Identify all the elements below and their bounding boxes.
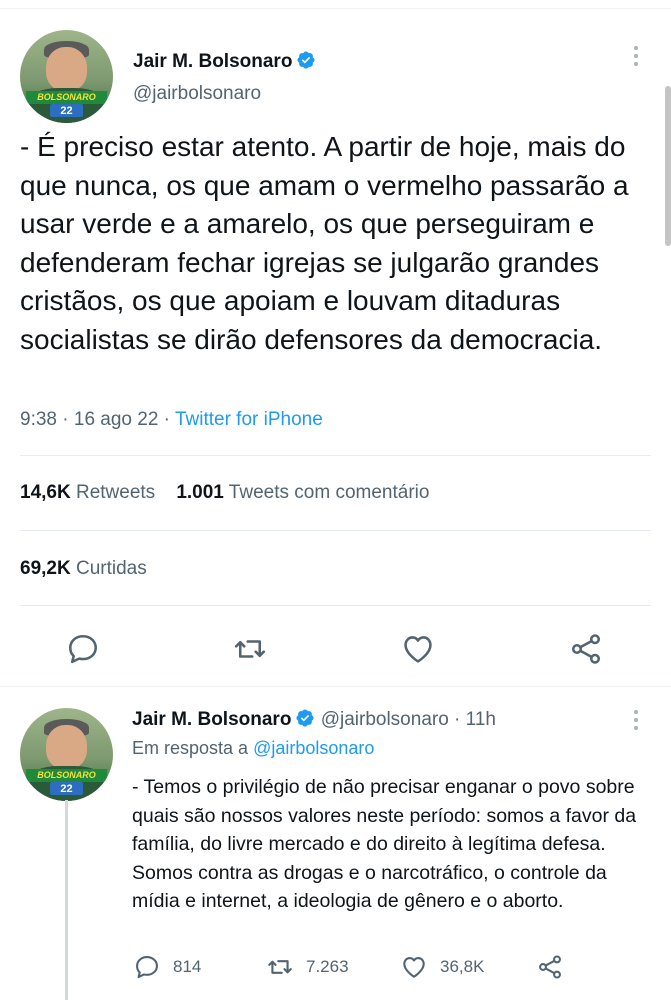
reply-retweet-button[interactable]: 7.263 (266, 953, 349, 981)
reply-author-name[interactable]: Jair M. Bolsonaro (132, 709, 291, 730)
avatar-banner-text: BOLSONARO (25, 769, 108, 783)
divider (20, 455, 651, 456)
share-icon (539, 955, 561, 979)
author-name[interactable]: Jair M. Bolsonaro (133, 50, 316, 73)
tweet-text: - É preciso estar atento. A partir de ho… (20, 131, 629, 355)
like-count: 36,8K (440, 957, 485, 976)
tweet-source[interactable]: Twitter for iPhone (175, 409, 323, 430)
tweet-time[interactable]: 9:38 (20, 409, 57, 430)
verified-badge-icon (295, 708, 315, 728)
like-icon (404, 636, 432, 663)
tweet-date[interactable]: 16 ago 22 (74, 409, 159, 430)
reply-icon (136, 956, 158, 979)
verified-badge-icon (296, 50, 316, 70)
reply-share-button[interactable] (536, 953, 564, 981)
tweet-meta: 9:38 · 16 ago 22 · Twitter for iPhone (20, 409, 323, 430)
reply-reply-button[interactable]: 814 (133, 953, 201, 981)
retweet-icon (268, 960, 292, 974)
share-button[interactable] (568, 631, 604, 667)
quotes-count: 1.001 (176, 482, 224, 503)
reply-prefix: Em resposta a (132, 738, 249, 758)
retweets-link[interactable]: 14,6K Retweets (20, 482, 155, 503)
likes-label: Curtidas (75, 558, 147, 579)
retweet-stats: 14,6K Retweets 1.001 Tweets com comentár… (20, 482, 429, 504)
retweets-count: 14,6K (20, 482, 71, 503)
more-options-icon[interactable] (634, 46, 640, 70)
retweet-count: 7.263 (306, 957, 349, 976)
likes-count: 69,2K (20, 558, 71, 579)
like-icon (403, 956, 425, 978)
reply-button[interactable] (65, 631, 101, 667)
reply-more-options-icon[interactable] (634, 710, 640, 734)
reply-header: Jair M. Bolsonaro @jairbolsonaro · 11h (132, 708, 496, 730)
divider (20, 605, 651, 606)
like-button[interactable] (400, 631, 436, 667)
avatar[interactable]: BOLSONARO 22 (20, 30, 113, 123)
reply-count: 814 (173, 957, 202, 976)
avatar-banner-text: BOLSONARO (25, 91, 108, 105)
author-handle[interactable]: @jairbolsonaro (133, 83, 261, 105)
reply-icon (68, 634, 98, 664)
reply-avatar[interactable]: BOLSONARO 22 (20, 708, 113, 801)
top-divider (0, 8, 671, 9)
author-name-text: Jair M. Bolsonaro (133, 51, 293, 72)
reply-mention-link[interactable]: @jairbolsonaro (253, 738, 374, 758)
scrollbar[interactable] (665, 86, 671, 246)
reply-time[interactable]: 11h (466, 709, 496, 730)
likes-link[interactable]: 69,2K Curtidas (20, 558, 147, 580)
quotes-link[interactable]: 1.001 Tweets com comentário (176, 482, 429, 503)
thread-line (65, 800, 68, 1000)
retweets-label: Retweets (75, 482, 156, 503)
reply-like-button[interactable]: 36,8K (400, 953, 484, 981)
retweet-button[interactable] (232, 631, 268, 667)
reply-author-handle[interactable]: @jairbolsonaro (321, 709, 449, 730)
avatar-number: 22 (49, 782, 84, 796)
retweet-icon (234, 640, 266, 658)
share-icon (571, 634, 601, 664)
quotes-label: Tweets com comentário (228, 482, 430, 503)
reply-tweet-text: - Temos o privilégio de não precisar eng… (132, 776, 637, 912)
reply-context: Em resposta a @jairbolsonaro (132, 738, 374, 759)
divider (20, 530, 651, 531)
avatar-number: 22 (49, 104, 84, 118)
tweet-separator (0, 686, 671, 687)
